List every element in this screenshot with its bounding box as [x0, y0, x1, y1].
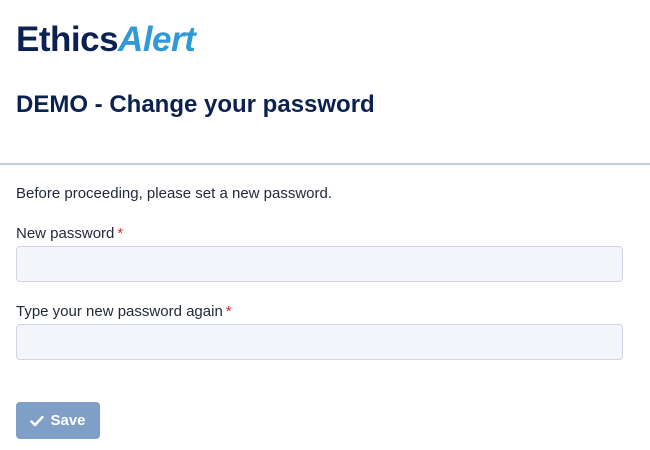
new-password-label-text: New password — [16, 225, 115, 242]
confirm-password-label: Type your new password again * — [16, 302, 232, 322]
logo-alert-text: Alert — [118, 20, 196, 59]
new-password-label: New password * — [16, 224, 123, 244]
header-divider — [0, 163, 650, 165]
confirm-password-label-text: Type your new password again — [16, 303, 223, 320]
check-icon — [30, 415, 45, 427]
save-button-label: Save — [50, 412, 86, 429]
required-marker: * — [225, 303, 232, 320]
page-title: DEMO - Change your password — [16, 91, 375, 118]
ethicsalert-logo: EthicsAlert — [16, 19, 196, 61]
intro-text: Before proceeding, please set a new pass… — [16, 185, 333, 202]
save-button[interactable]: Save — [16, 402, 100, 439]
confirm-password-input[interactable] — [16, 324, 623, 360]
required-marker: * — [117, 225, 124, 242]
logo-ethics-text: Ethics — [16, 20, 119, 59]
new-password-input[interactable] — [16, 246, 623, 282]
